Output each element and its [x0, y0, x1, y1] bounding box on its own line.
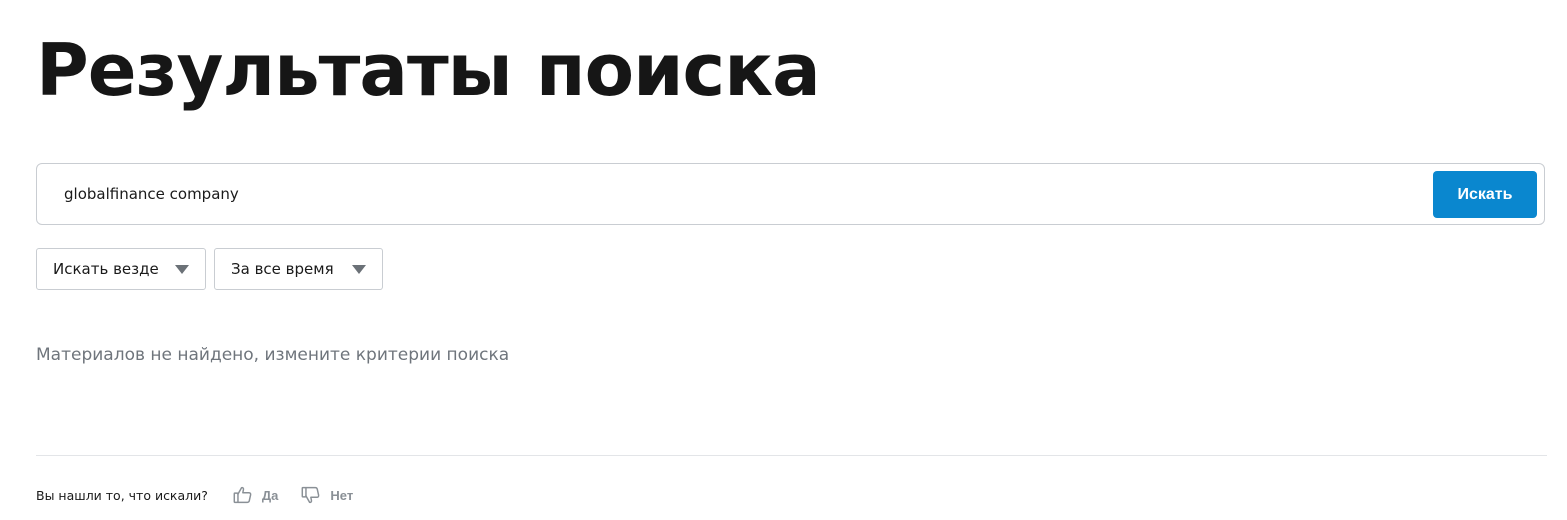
- thumbs-up-icon: [233, 486, 252, 504]
- chevron-down-icon: [175, 265, 189, 274]
- feedback-yes-label: Да: [261, 487, 279, 503]
- feedback-no-label: Нет: [330, 487, 354, 503]
- search-input[interactable]: [64, 178, 1414, 210]
- scope-dropdown[interactable]: Искать везде: [36, 248, 206, 290]
- page-title: Результаты поиска: [36, 28, 821, 112]
- empty-results-message: Материалов не найдено, измените критерии…: [36, 345, 510, 365]
- thumbs-down-icon: [301, 486, 320, 504]
- feedback-question: Вы нашли то, что искали?: [36, 487, 208, 503]
- period-dropdown[interactable]: За все время: [214, 248, 383, 290]
- chevron-down-icon: [352, 265, 366, 274]
- search-box: Искать: [36, 163, 1545, 225]
- scope-dropdown-value: Искать везде: [53, 260, 159, 278]
- search-button[interactable]: Искать: [1433, 171, 1537, 218]
- feedback-yes-button[interactable]: Да: [232, 484, 279, 506]
- period-dropdown-value: За все время: [231, 260, 334, 278]
- feedback-no-button[interactable]: Нет: [300, 484, 353, 506]
- divider: [36, 455, 1547, 456]
- feedback-bar: Вы нашли то, что искали? Да Нет: [36, 482, 375, 508]
